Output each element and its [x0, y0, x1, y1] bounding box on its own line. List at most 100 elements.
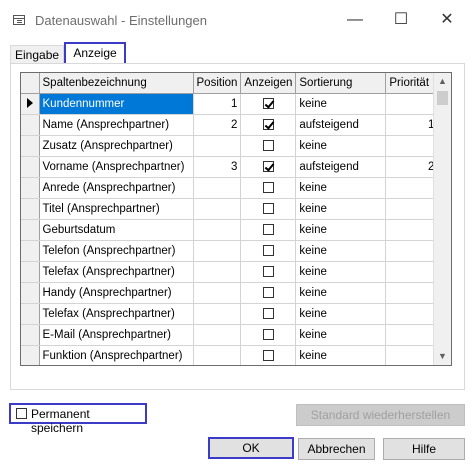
cell-column-name[interactable]: Zusatz (Ansprechpartner) — [39, 135, 194, 157]
cell-sort[interactable]: aufsteigend — [295, 156, 387, 178]
cell-position[interactable] — [193, 198, 242, 220]
show-column-checkbox[interactable] — [262, 308, 274, 320]
cell-position[interactable] — [193, 219, 242, 241]
cell-position[interactable]: 2 — [193, 114, 242, 136]
show-column-checkbox[interactable] — [262, 350, 274, 362]
grid-row[interactable]: Telefax (Ansprechpartner) keine — [21, 303, 439, 325]
maximize-button[interactable]: ☐ — [378, 6, 424, 34]
column-header-name[interactable]: Spaltenbezeichnung — [39, 73, 194, 94]
grid-row[interactable]: Anrede (Ansprechpartner) keine — [21, 177, 439, 199]
cell-position[interactable]: 3 — [193, 156, 242, 178]
row-header[interactable] — [21, 261, 40, 283]
cell-sort[interactable]: keine — [295, 261, 387, 283]
cell-priority[interactable] — [385, 198, 439, 220]
cell-priority[interactable] — [385, 177, 439, 199]
vertical-scrollbar[interactable]: ▲ ▼ — [433, 73, 451, 365]
cell-position[interactable] — [193, 177, 242, 199]
grid-row[interactable]: Geburtsdatum keine — [21, 219, 439, 241]
cell-priority[interactable] — [385, 135, 439, 157]
row-header[interactable] — [21, 135, 40, 157]
column-header-sort[interactable]: Sortierung — [295, 73, 387, 94]
permanent-save-checkbox[interactable] — [16, 408, 27, 419]
cell-column-name[interactable]: Telefon (Ansprechpartner) — [39, 240, 194, 262]
grid-row[interactable]: Name (Ansprechpartner) 2 aufsteigend 1 — [21, 114, 439, 136]
column-header-show[interactable]: Anzeigen — [240, 73, 297, 94]
show-column-checkbox[interactable] — [262, 182, 274, 194]
cell-position[interactable] — [193, 303, 242, 325]
cell-column-name[interactable]: Handy (Ansprechpartner) — [39, 282, 194, 304]
row-header[interactable] — [21, 219, 40, 241]
show-column-checkbox[interactable] — [262, 245, 274, 257]
cancel-button[interactable]: Abbrechen — [298, 438, 375, 460]
grid-row[interactable]: Handy (Ansprechpartner) keine — [21, 282, 439, 304]
cell-sort[interactable]: keine — [295, 135, 387, 157]
cell-priority[interactable] — [385, 324, 439, 346]
row-header[interactable] — [21, 177, 40, 199]
restore-defaults-button[interactable]: Standard wiederherstellen — [296, 404, 465, 426]
cell-sort[interactable]: keine — [295, 324, 387, 346]
grid-row[interactable]: Telefax (Ansprechpartner) keine — [21, 261, 439, 283]
show-column-checkbox[interactable] — [262, 224, 274, 236]
scroll-thumb[interactable] — [437, 91, 448, 105]
cell-priority[interactable] — [385, 219, 439, 241]
cell-sort[interactable]: keine — [295, 345, 387, 365]
column-header-position[interactable]: Position — [193, 73, 242, 94]
cell-position[interactable] — [193, 345, 242, 365]
row-header[interactable] — [21, 114, 40, 136]
row-header[interactable] — [21, 198, 40, 220]
row-header[interactable] — [21, 240, 40, 262]
cell-position[interactable] — [193, 261, 242, 283]
show-column-checkbox[interactable] — [262, 161, 274, 173]
show-column-checkbox[interactable] — [262, 329, 274, 341]
cell-position[interactable] — [193, 282, 242, 304]
cell-column-name[interactable]: E-Mail (Ansprechpartner) — [39, 324, 194, 346]
cell-column-name[interactable]: Vorname (Ansprechpartner) — [39, 156, 194, 178]
row-header[interactable] — [21, 324, 40, 346]
grid-row[interactable]: Titel (Ansprechpartner) keine — [21, 198, 439, 220]
grid-row[interactable]: Kundennummer 1 keine — [21, 93, 439, 115]
cell-column-name[interactable]: Titel (Ansprechpartner) — [39, 198, 194, 220]
cell-priority[interactable] — [385, 261, 439, 283]
cell-column-name[interactable]: Name (Ansprechpartner) — [39, 114, 194, 136]
row-header[interactable] — [21, 345, 40, 365]
cell-priority[interactable] — [385, 240, 439, 262]
help-button[interactable]: Hilfe — [383, 438, 465, 460]
column-header-priority[interactable]: Priorität — [385, 73, 439, 94]
cell-sort[interactable]: keine — [295, 198, 387, 220]
row-header[interactable] — [21, 156, 40, 178]
grid-row[interactable]: Vorname (Ansprechpartner) 3 aufsteigend 2 — [21, 156, 439, 178]
cell-priority[interactable] — [385, 345, 439, 365]
cell-priority[interactable] — [385, 93, 439, 115]
cell-sort[interactable]: keine — [295, 240, 387, 262]
cell-sort[interactable]: keine — [295, 282, 387, 304]
show-column-checkbox[interactable] — [262, 203, 274, 215]
row-header[interactable] — [21, 93, 40, 115]
show-column-checkbox[interactable] — [262, 119, 274, 131]
grid-row[interactable]: E-Mail (Ansprechpartner) keine — [21, 324, 439, 346]
tab-eingabe[interactable]: Eingabe — [10, 45, 65, 64]
show-column-checkbox[interactable] — [262, 98, 274, 110]
close-button[interactable]: ✕ — [424, 6, 470, 34]
tab-anzeige[interactable]: Anzeige — [64, 42, 126, 65]
cell-priority[interactable]: 1 — [385, 114, 439, 136]
cell-sort[interactable]: keine — [295, 177, 387, 199]
cell-sort[interactable]: aufsteigend — [295, 114, 387, 136]
scroll-down-icon[interactable]: ▼ — [434, 348, 451, 365]
cell-sort[interactable]: keine — [295, 303, 387, 325]
cell-position[interactable] — [193, 324, 242, 346]
show-column-checkbox[interactable] — [262, 266, 274, 278]
show-column-checkbox[interactable] — [262, 140, 274, 152]
cell-sort[interactable]: keine — [295, 93, 387, 115]
scroll-up-icon[interactable]: ▲ — [434, 73, 451, 90]
grid-row[interactable]: Funktion (Ansprechpartner) keine — [21, 345, 439, 365]
cell-column-name[interactable]: Anrede (Ansprechpartner) — [39, 177, 194, 199]
cell-position[interactable] — [193, 135, 242, 157]
cell-position[interactable] — [193, 240, 242, 262]
grid-row[interactable]: Telefon (Ansprechpartner) keine — [21, 240, 439, 262]
cell-sort[interactable]: keine — [295, 219, 387, 241]
ok-button[interactable]: OK — [208, 437, 294, 459]
cell-column-name[interactable]: Funktion (Ansprechpartner) — [39, 345, 194, 365]
cell-priority[interactable]: 2 — [385, 156, 439, 178]
row-header[interactable] — [21, 303, 40, 325]
grid-row[interactable]: Zusatz (Ansprechpartner) keine — [21, 135, 439, 157]
